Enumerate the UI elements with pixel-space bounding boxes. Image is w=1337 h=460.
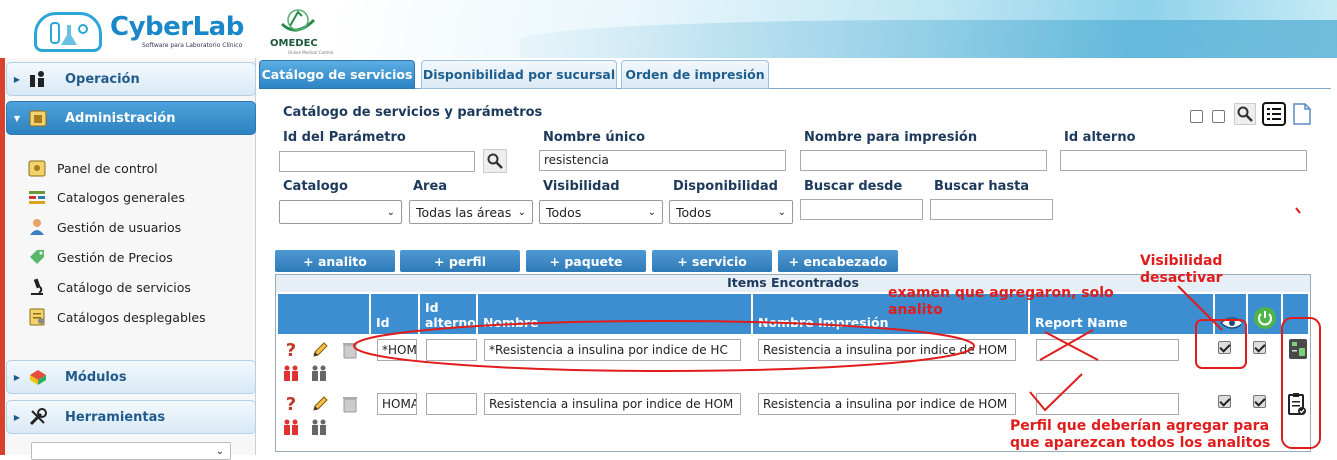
annotation-analito-note: examen que agregaron, solo analito — [888, 285, 1114, 318]
annotation-visibilidad-note: Visibilidad desactivar — [1140, 253, 1223, 286]
annotation-perfil-note: Perfil que deberían agregar para que apa… — [1010, 418, 1271, 451]
annotation-overlay — [353, 207, 1321, 449]
